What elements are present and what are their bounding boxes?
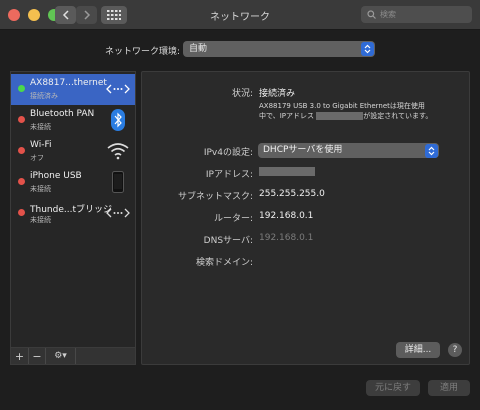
- ethernet-icon: [106, 77, 130, 101]
- description-line2a: 中で、IPアドレス: [259, 112, 315, 120]
- service-item-ethernet[interactable]: AX8817...thernet 接続済み: [11, 74, 135, 105]
- status-value: 接続済み: [259, 89, 296, 99]
- bluetooth-icon: [106, 108, 130, 132]
- service-name: Wi-Fi: [30, 140, 52, 150]
- location-label: ネットワーク環境:: [105, 47, 181, 57]
- service-item-wifi[interactable]: Wi-Fi オフ: [11, 136, 135, 167]
- status-dot: [18, 209, 25, 216]
- router-label: ルーター:: [213, 214, 253, 224]
- service-name: Bluetooth PAN: [30, 109, 95, 119]
- search-icon: [367, 10, 376, 19]
- remove-service-button[interactable]: −: [29, 348, 46, 364]
- service-list-toolbar: + − ⚙▾: [10, 348, 136, 365]
- service-status: 未接続: [30, 216, 51, 224]
- dns-label: DNSサーバ:: [203, 236, 253, 246]
- service-status: 未接続: [30, 123, 51, 131]
- ipv4-value: DHCPサーバを使用: [263, 145, 343, 155]
- router-value: 192.168.0.1: [259, 211, 314, 221]
- search-domain-label: 検索ドメイン:: [195, 258, 253, 268]
- ip-address-value-redacted: [259, 167, 315, 176]
- apply-button[interactable]: 適用: [428, 380, 470, 396]
- service-status: オフ: [30, 154, 44, 162]
- subnet-value: 255.255.255.0: [259, 189, 325, 199]
- status-dot: [18, 85, 25, 92]
- wifi-icon: [106, 139, 130, 163]
- help-button[interactable]: ?: [448, 343, 462, 357]
- location-select[interactable]: 自動: [183, 41, 375, 57]
- advanced-button[interactable]: 詳細...: [396, 342, 440, 358]
- status-description: AX88179 USB 3.0 to Gigabit Ethernetは現在使用…: [259, 101, 459, 121]
- revert-button[interactable]: 元に戻す: [366, 380, 420, 396]
- add-service-button[interactable]: +: [11, 348, 29, 364]
- title-bar: ネットワーク 検索: [0, 0, 480, 30]
- action-menu-button[interactable]: ⚙▾: [46, 348, 76, 364]
- description-line1: AX88179 USB 3.0 to Gigabit Ethernetは現在使用: [259, 102, 425, 110]
- service-item-bluetooth-pan[interactable]: Bluetooth PAN 未接続: [11, 105, 135, 136]
- service-item-thunderbolt-bridge[interactable]: Thunde...tブリッジ 未接続: [11, 198, 135, 229]
- service-name: Thunde...tブリッジ: [30, 205, 112, 215]
- description-line2b: が設定されています。: [363, 112, 433, 120]
- updown-arrow-icon: [425, 144, 438, 158]
- iphone-icon: [106, 170, 130, 194]
- redacted-ip: [316, 112, 364, 120]
- ip-address-label: IPアドレス:: [205, 170, 253, 180]
- search-placeholder: 検索: [380, 10, 396, 19]
- service-status: 接続済み: [30, 92, 58, 100]
- service-status: 未接続: [30, 185, 51, 193]
- ipv4-config-select[interactable]: DHCPサーバを使用: [258, 143, 439, 158]
- status-dot: [18, 147, 25, 154]
- updown-arrow-icon: [361, 42, 374, 56]
- service-item-iphone-usb[interactable]: iPhone USB 未接続: [11, 167, 135, 198]
- search-field[interactable]: 検索: [361, 6, 472, 23]
- status-dot: [18, 116, 25, 123]
- service-name: iPhone USB: [30, 171, 82, 181]
- status-dot: [18, 178, 25, 185]
- subnet-label: サブネットマスク:: [177, 192, 253, 202]
- status-label: 状況:: [231, 89, 253, 99]
- thunderbolt-bridge-icon: [106, 201, 130, 225]
- service-list: AX8817...thernet 接続済み Bluetooth PAN 未接続 …: [10, 71, 136, 348]
- dns-value: 192.168.0.1: [259, 233, 314, 243]
- ipv4-label: IPv4の設定:: [203, 148, 253, 158]
- location-value: 自動: [189, 44, 208, 54]
- service-name: AX8817...thernet: [30, 78, 107, 88]
